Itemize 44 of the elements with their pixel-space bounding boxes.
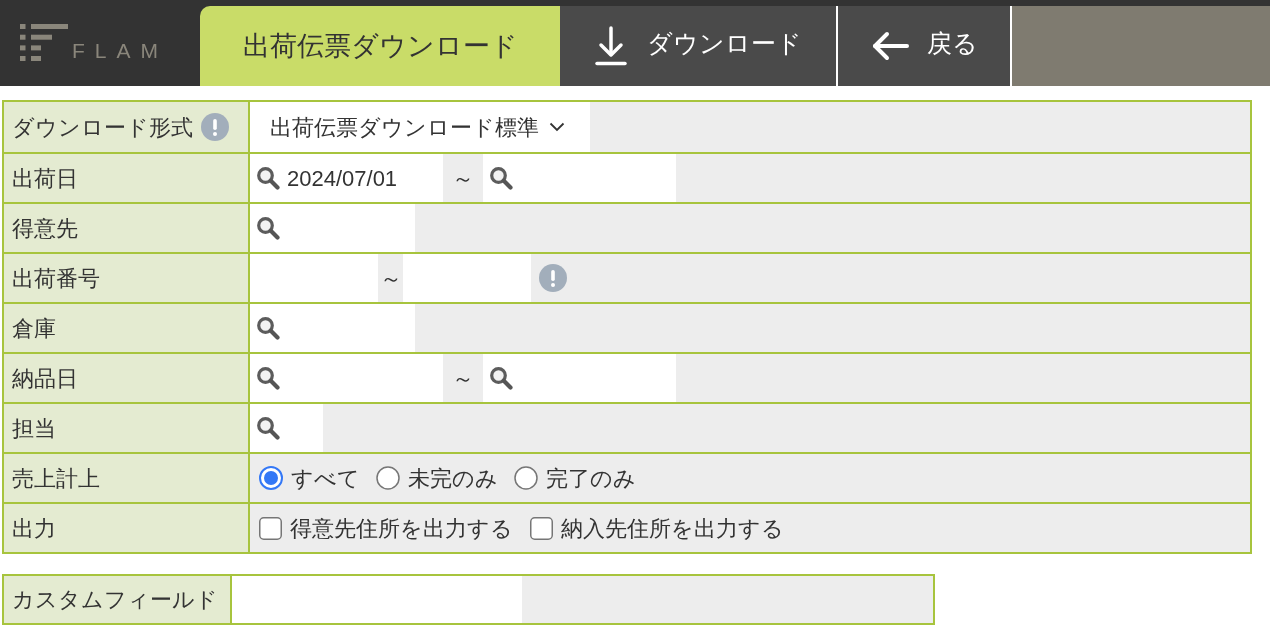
chevron-down-icon <box>549 122 565 132</box>
field-label: 納品日 <box>12 364 78 393</box>
radio-button[interactable] <box>376 466 400 490</box>
arrow-left-icon <box>870 31 909 61</box>
radio-option[interactable]: 完了のみ <box>514 461 636 495</box>
search-field[interactable] <box>250 304 415 352</box>
checkbox[interactable] <box>530 516 553 540</box>
field-label: 倉庫 <box>12 314 56 343</box>
info-icon[interactable] <box>201 113 229 141</box>
input-field[interactable] <box>403 254 531 302</box>
search-field[interactable]: 2024/07/01 <box>250 154 443 202</box>
back-button[interactable]: 戻る <box>836 6 1010 86</box>
info-icon[interactable] <box>539 264 567 292</box>
range-separator: ～ <box>451 364 475 393</box>
field-label: カスタムフィールド <box>12 586 218 614</box>
radio-option[interactable]: すべて <box>259 461 360 495</box>
search-field[interactable] <box>250 204 415 252</box>
input-field[interactable] <box>250 254 378 302</box>
range-separator: ～ <box>451 164 475 193</box>
search-field[interactable] <box>483 154 676 202</box>
input-field[interactable] <box>232 576 522 623</box>
search-field[interactable] <box>250 404 323 452</box>
download-button[interactable]: ダウンロード <box>560 6 836 86</box>
field-label: 担当 <box>12 414 56 443</box>
search-field[interactable] <box>250 354 443 402</box>
page-title-tab[interactable]: 出荷伝票ダウンロード <box>200 6 560 86</box>
download-icon <box>594 26 627 66</box>
logo-text: FLAM <box>72 40 168 61</box>
logo-mark-icon <box>20 24 68 61</box>
field-label: 得意先 <box>12 214 78 243</box>
radio-button[interactable] <box>514 466 538 490</box>
checkbox-option[interactable]: 得意先住所を出力する <box>259 511 513 545</box>
field-label: 出力 <box>12 514 56 543</box>
radio-button[interactable] <box>259 466 283 490</box>
search-field[interactable] <box>483 354 676 402</box>
field-label: 売上計上 <box>12 464 100 493</box>
checkbox[interactable] <box>259 516 282 540</box>
range-separator: ～ <box>378 264 403 293</box>
field-label: 出荷番号 <box>12 264 100 293</box>
field-label: 出荷日 <box>12 164 78 193</box>
field-label: ダウンロード形式 <box>12 113 193 142</box>
checkbox-option[interactable]: 納入先住所を出力する <box>530 511 784 545</box>
format-select[interactable]: 出荷伝票ダウンロード標準 <box>250 102 590 152</box>
radio-option[interactable]: 未完のみ <box>376 461 498 495</box>
